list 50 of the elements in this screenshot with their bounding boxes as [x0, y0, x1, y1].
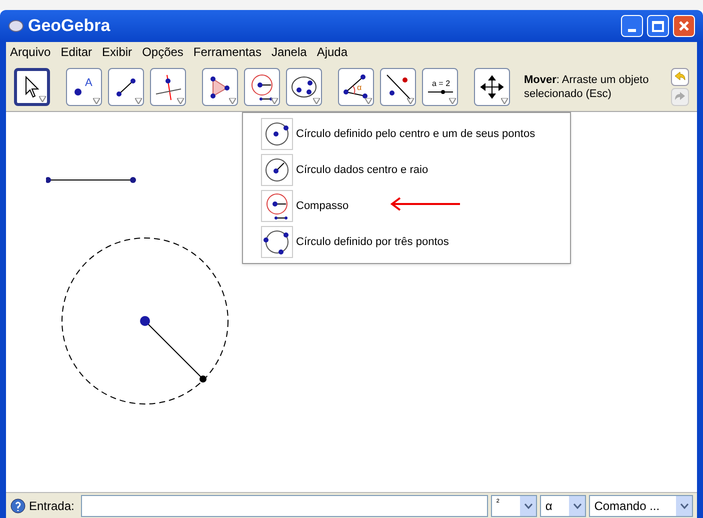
dropdown-triangle-icon [93, 98, 100, 104]
chevron-down-icon [524, 502, 533, 508]
tool-menu-item[interactable]: Círculo dados centro e raio [243, 152, 570, 188]
menu-item[interactable]: Ferramentas [193, 43, 262, 61]
dropdown-triangle-icon [407, 98, 414, 104]
dropdown-triangle-icon [449, 98, 456, 104]
tool-button[interactable] [244, 68, 280, 106]
undo-icon [674, 70, 686, 82]
dropdown-triangle-icon [177, 98, 184, 104]
tool-button[interactable] [380, 68, 416, 106]
redo-icon [674, 90, 686, 102]
tool-help-text: Mover: Arraste um objeto selecionado (Esc) [524, 72, 650, 100]
window-title: GeoGebra [28, 15, 110, 38]
help-icon[interactable] [10, 498, 26, 514]
menu-item[interactable]: Ajuda [316, 43, 348, 61]
tool-menu-item[interactable]: Compasso [243, 188, 570, 224]
close-button[interactable] [673, 15, 695, 37]
chevron-down-icon [572, 502, 582, 508]
dropdown-triangle-icon [313, 98, 320, 104]
dropdown-triangle-icon [501, 98, 508, 104]
menu-item[interactable]: Editar [60, 43, 92, 61]
menu-item[interactable]: Opções [142, 43, 184, 61]
select-field[interactable]: Comando ... [589, 494, 693, 516]
tool-menu-item[interactable]: Círculo definido pelo centro e um de seus pontos [243, 116, 570, 152]
dropdown-triangle-icon [39, 96, 46, 102]
menu-item[interactable]: Exibir [102, 43, 132, 61]
arrow-drawing [390, 197, 462, 211]
select-field[interactable]: ² [491, 494, 538, 516]
minimize-button[interactable] [621, 15, 643, 37]
dropdown-triangle-icon [229, 98, 236, 104]
dropdown-triangle-icon [271, 98, 278, 104]
input-field[interactable] [81, 494, 488, 516]
input-label: Entrada: [28, 498, 74, 514]
menu-item[interactable]: Arquivo [10, 43, 51, 61]
tool-button[interactable] [14, 68, 50, 106]
dropdown-triangle-icon [135, 98, 142, 104]
undo-button[interactable] [671, 68, 689, 86]
tool-button[interactable] [286, 68, 322, 106]
dropdown-triangle-icon [365, 98, 372, 104]
menu-item[interactable]: Janela [271, 43, 307, 61]
tool-button[interactable] [474, 68, 510, 106]
tool-button[interactable] [108, 68, 144, 106]
app-logo-icon [8, 19, 24, 33]
chevron-down-icon [680, 502, 688, 508]
maximize-button[interactable] [647, 15, 669, 37]
close-icon [678, 20, 690, 32]
tool-menu-item[interactable]: Círculo definido por três pontos [243, 224, 570, 260]
tool-button[interactable] [150, 68, 186, 106]
select-field[interactable]: α [540, 494, 586, 516]
tool-button[interactable] [202, 68, 238, 106]
